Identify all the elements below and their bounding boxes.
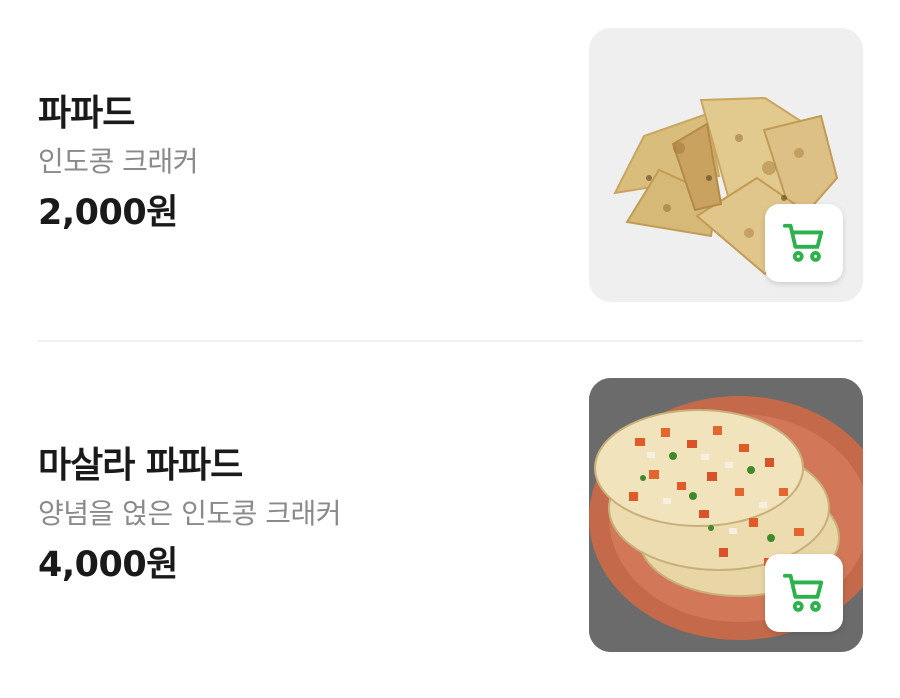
menu-item-text: 파파드 인도콩 크래커 2,000원 xyxy=(38,92,198,234)
cart-icon xyxy=(782,223,824,262)
menu-list: 파파드 인도콩 크래커 2,000원 마살라 파파드 양념을 얹은 인도콩 크래… xyxy=(0,0,900,698)
menu-item-text: 마살라 파파드 양념을 얹은 인도콩 크래커 4,000원 xyxy=(38,444,342,586)
menu-item-papad[interactable]: 파파드 인도콩 크래커 2,000원 xyxy=(0,28,900,308)
add-to-cart-button[interactable] xyxy=(765,554,843,632)
masala-papad-image[interactable] xyxy=(589,378,863,652)
menu-item-name: 파파드 xyxy=(38,93,135,134)
add-to-cart-button[interactable] xyxy=(765,204,843,282)
menu-item-description: 인도콩 크래커 xyxy=(38,145,198,178)
menu-item-price: 4,000원 xyxy=(38,545,178,585)
divider xyxy=(38,340,863,342)
menu-item-masala-papad[interactable]: 마살라 파파드 양념을 얹은 인도콩 크래커 4,000원 xyxy=(0,378,900,658)
menu-item-name: 마살라 파파드 xyxy=(38,445,243,486)
menu-item-description: 양념을 얹은 인도콩 크래커 xyxy=(38,497,342,530)
papad-image[interactable] xyxy=(589,28,863,302)
menu-item-price: 2,000원 xyxy=(38,193,178,233)
cart-icon xyxy=(782,573,824,612)
